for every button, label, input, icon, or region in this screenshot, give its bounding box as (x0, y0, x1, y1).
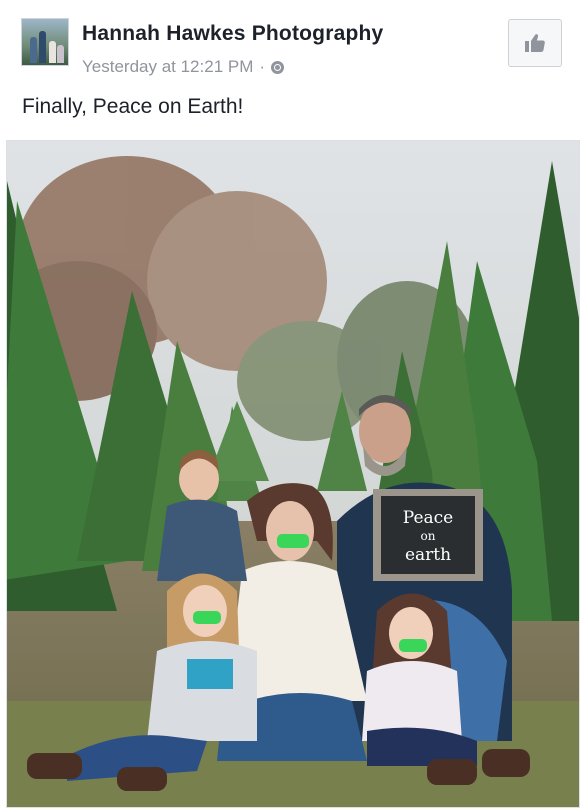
sign-line: earth (405, 545, 451, 565)
like-page-button[interactable] (508, 19, 562, 67)
green-tape (193, 611, 221, 624)
avatar-figure (39, 31, 46, 63)
author-name-link[interactable]: Hannah Hawkes Photography (82, 22, 383, 46)
green-tape (399, 639, 427, 652)
author-avatar[interactable] (21, 18, 69, 66)
post-meta: Yesterday at 12:21 PM · (82, 57, 285, 77)
sign-line: on (421, 529, 436, 543)
globe-icon[interactable] (271, 60, 285, 74)
peace-on-earth-sign: Peace on earth (373, 489, 483, 581)
post-photo[interactable]: Peace on earth (6, 140, 580, 808)
avatar-figure (30, 37, 37, 63)
avatar-figure (49, 41, 56, 63)
sign-line: Peace (403, 508, 453, 528)
facebook-post: Hannah Hawkes Photography Yesterday at 1… (0, 0, 582, 809)
thumbs-up-icon (525, 34, 545, 52)
post-caption: Finally, Peace on Earth! (22, 95, 244, 118)
meta-separator: · (259, 57, 266, 76)
avatar-figure (57, 45, 64, 63)
green-tape (277, 534, 309, 548)
post-timestamp[interactable]: Yesterday at 12:21 PM (82, 57, 253, 77)
